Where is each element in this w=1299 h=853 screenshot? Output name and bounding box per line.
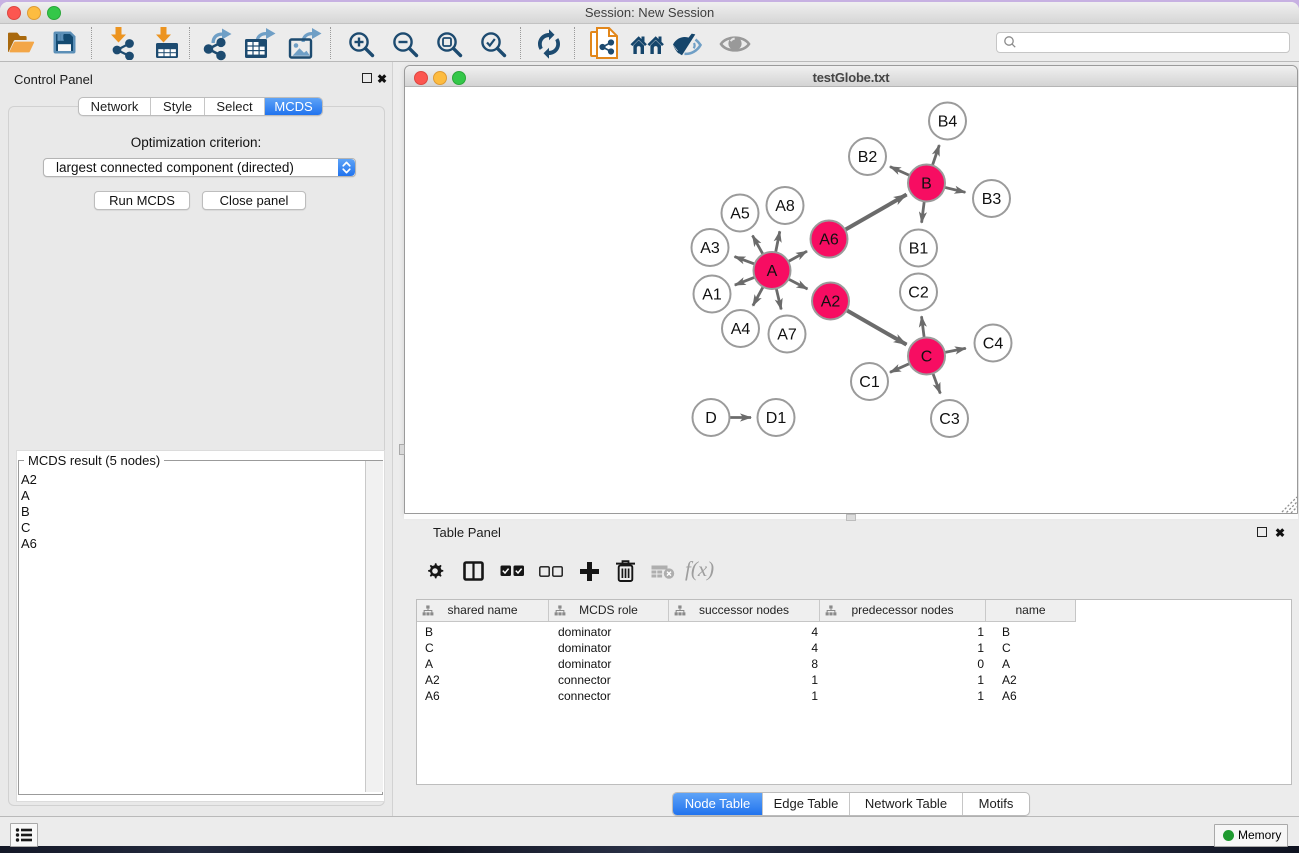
svg-text:A2: A2: [821, 294, 841, 311]
svg-text:A1: A1: [702, 287, 722, 304]
svg-text:A: A: [767, 263, 778, 280]
svg-text:C1: C1: [859, 374, 880, 391]
svg-text:C3: C3: [939, 411, 960, 428]
svg-text:C4: C4: [983, 336, 1004, 353]
svg-text:A7: A7: [777, 327, 797, 344]
svg-text:A6: A6: [819, 232, 839, 249]
svg-text:A8: A8: [775, 198, 795, 215]
svg-text:A4: A4: [731, 321, 751, 338]
svg-text:A3: A3: [700, 240, 720, 257]
svg-text:B3: B3: [982, 191, 1002, 208]
svg-text:B: B: [921, 176, 932, 193]
svg-text:B1: B1: [909, 241, 929, 258]
svg-text:D1: D1: [766, 410, 787, 427]
svg-text:B4: B4: [938, 114, 958, 131]
svg-text:B2: B2: [858, 149, 878, 166]
svg-text:D: D: [705, 410, 717, 427]
svg-text:C: C: [921, 349, 933, 366]
svg-text:A5: A5: [730, 206, 750, 223]
svg-text:C2: C2: [908, 285, 929, 302]
